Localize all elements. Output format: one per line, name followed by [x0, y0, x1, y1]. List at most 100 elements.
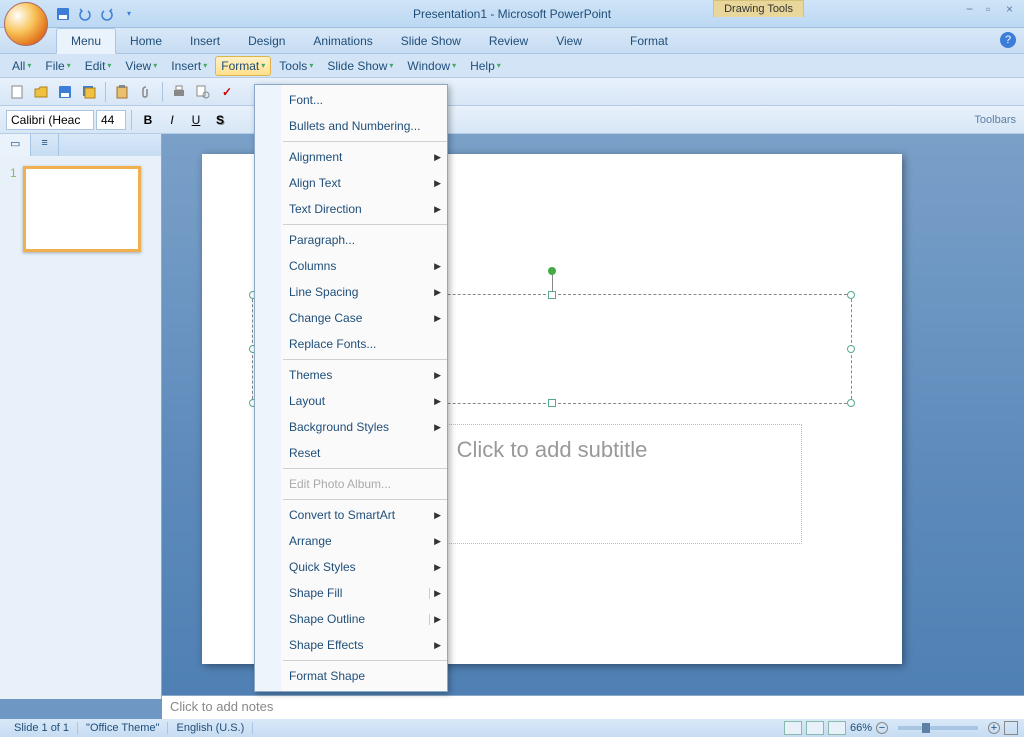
menu-item-text-direction[interactable]: Text Direction▶ — [255, 196, 447, 222]
normal-view-icon[interactable] — [784, 721, 802, 735]
menu-window[interactable]: Window▾ — [401, 56, 462, 76]
font-name-input[interactable] — [6, 110, 94, 130]
menu-edit[interactable]: Edit▾ — [79, 56, 118, 76]
tab-home[interactable]: Home — [116, 29, 176, 53]
close-icon[interactable]: × — [1006, 2, 1020, 16]
shadow-icon[interactable]: S — [209, 109, 231, 131]
menu-item-label: Line Spacing — [289, 285, 434, 299]
menu-item-label: Bullets and Numbering... — [289, 119, 441, 133]
menu-item-shape-fill[interactable]: Shape Fill▶ — [255, 580, 447, 606]
fit-window-icon[interactable] — [1004, 721, 1018, 735]
new-icon[interactable] — [6, 81, 28, 103]
tab-review[interactable]: Review — [475, 29, 542, 53]
redo-icon[interactable] — [98, 5, 116, 23]
resize-handle[interactable] — [847, 291, 855, 299]
open-icon[interactable] — [30, 81, 52, 103]
formatting-toolbar: B I U S Toolbars — [0, 106, 1024, 134]
minimize-icon[interactable]: − — [966, 2, 980, 16]
menu-help[interactable]: Help▾ — [464, 56, 507, 76]
menu-item-font[interactable]: AFont... — [255, 87, 447, 113]
menu-item-themes[interactable]: Themes▶ — [255, 362, 447, 388]
submenu-arrow-icon: ▶ — [434, 261, 441, 272]
resize-handle[interactable] — [847, 399, 855, 407]
zoom-level[interactable]: 66% — [850, 722, 872, 734]
menu-item-label: Themes — [289, 368, 434, 382]
tab-slide-show[interactable]: Slide Show — [387, 29, 475, 53]
menu-item-change-case[interactable]: AaChange Case▶ — [255, 305, 447, 331]
classic-menu-bar: All▾ File▾ Edit▾ View▾ Insert▾ Format▾ T… — [0, 54, 1024, 78]
menu-item-paragraph[interactable]: Paragraph... — [255, 227, 447, 253]
print-preview-icon[interactable] — [192, 81, 214, 103]
paste-icon[interactable] — [111, 81, 133, 103]
menu-item-arrange[interactable]: Arrange▶ — [255, 528, 447, 554]
print-icon[interactable] — [168, 81, 190, 103]
menu-view[interactable]: View▾ — [119, 56, 163, 76]
menu-item-background-styles[interactable]: Background Styles▶ — [255, 414, 447, 440]
window-title: Presentation1 - Microsoft PowerPoint — [413, 7, 611, 21]
italic-icon[interactable]: I — [161, 109, 183, 131]
menu-format[interactable]: Format▾ — [215, 56, 271, 76]
menu-item-label: Quick Styles — [289, 560, 434, 574]
menu-item-bullets-and-numbering[interactable]: Bullets and Numbering... — [255, 113, 447, 139]
tab-format[interactable]: Format — [616, 29, 682, 53]
save-as-icon[interactable] — [78, 81, 100, 103]
menu-item-reset[interactable]: Reset — [255, 440, 447, 466]
save-icon[interactable] — [54, 5, 72, 23]
menu-item-replace-fonts[interactable]: AAReplace Fonts... — [255, 331, 447, 357]
thumbnail-slide-1[interactable] — [23, 166, 141, 252]
menu-item-line-spacing[interactable]: Line Spacing▶ — [255, 279, 447, 305]
font-size-input[interactable] — [96, 110, 126, 130]
menu-item-align-text[interactable]: Align Text▶ — [255, 170, 447, 196]
menu-file[interactable]: File▾ — [39, 56, 76, 76]
tab-menu[interactable]: Menu — [56, 28, 116, 54]
tab-animations[interactable]: Animations — [299, 29, 386, 53]
slideshow-view-icon[interactable] — [828, 721, 846, 735]
save-icon[interactable] — [54, 81, 76, 103]
resize-handle[interactable] — [847, 345, 855, 353]
zoom-slider[interactable] — [898, 726, 978, 730]
sorter-view-icon[interactable] — [806, 721, 824, 735]
menu-tools[interactable]: Tools▾ — [273, 56, 319, 76]
notes-pane[interactable]: Click to add notes — [162, 695, 1024, 719]
outline-tab[interactable]: ≡ — [31, 134, 58, 156]
menu-item-label: Replace Fonts... — [289, 337, 441, 351]
attachment-icon[interactable] — [135, 81, 157, 103]
bold-icon[interactable]: B — [137, 109, 159, 131]
rotate-handle[interactable] — [548, 267, 556, 275]
workspace: ▭ ≡ 1 Click to add — [0, 134, 1024, 699]
tab-design[interactable]: Design — [234, 29, 299, 53]
menu-item-label: Edit Photo Album... — [289, 477, 441, 491]
qat-dropdown-icon[interactable]: ▾ — [120, 5, 138, 23]
menu-item-layout[interactable]: Layout▶ — [255, 388, 447, 414]
restore-icon[interactable]: ▫ — [986, 2, 1000, 16]
menu-item-label: Shape Fill — [289, 586, 429, 600]
submenu-arrow-icon: ▶ — [434, 396, 441, 407]
underline-icon[interactable]: U — [185, 109, 207, 131]
menu-slideshow[interactable]: Slide Show▾ — [321, 56, 399, 76]
standard-toolbar: ✓ — [0, 78, 1024, 106]
slides-tab[interactable]: ▭ — [0, 134, 31, 156]
menu-item-shape-outline[interactable]: Shape Outline▶ — [255, 606, 447, 632]
office-button[interactable] — [4, 2, 48, 46]
menu-all[interactable]: All▾ — [6, 56, 37, 76]
resize-handle[interactable] — [548, 291, 556, 299]
menu-insert[interactable]: Insert▾ — [165, 56, 213, 76]
menu-item-format-shape[interactable]: Format Shape — [255, 663, 447, 689]
spelling-icon[interactable]: ✓ — [216, 81, 238, 103]
resize-handle[interactable] — [548, 399, 556, 407]
undo-icon[interactable] — [76, 5, 94, 23]
menu-item-convert-to-smartart[interactable]: Convert to SmartArt▶ — [255, 502, 447, 528]
menu-item-shape-effects[interactable]: Shape Effects▶ — [255, 632, 447, 658]
tab-insert[interactable]: Insert — [176, 29, 234, 53]
status-language[interactable]: English (U.S.) — [168, 722, 253, 734]
tab-view[interactable]: View — [542, 29, 596, 53]
menu-item-quick-styles[interactable]: Quick Styles▶ — [255, 554, 447, 580]
help-icon[interactable]: ? — [1000, 32, 1016, 48]
menu-item-label: Format Shape — [289, 669, 441, 683]
zoom-in-icon[interactable]: + — [988, 722, 1000, 734]
context-tab-drawing-tools[interactable]: Drawing Tools — [713, 0, 804, 17]
menu-item-alignment[interactable]: Alignment▶ — [255, 144, 447, 170]
menu-item-columns[interactable]: Columns▶ — [255, 253, 447, 279]
title-bar: ▾ Presentation1 - Microsoft PowerPoint D… — [0, 0, 1024, 28]
zoom-out-icon[interactable]: − — [876, 722, 888, 734]
